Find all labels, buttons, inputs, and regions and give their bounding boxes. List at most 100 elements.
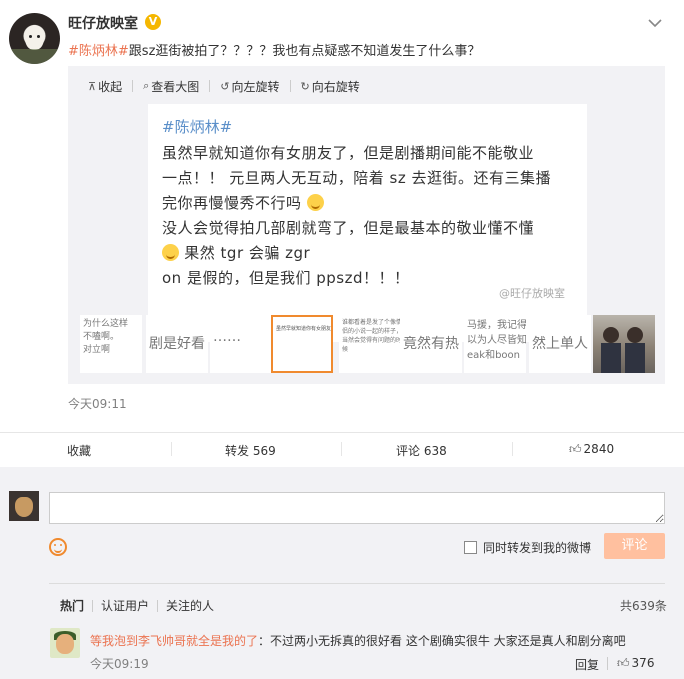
- avatar-eye-right: [37, 35, 40, 38]
- thumbnail-photo[interactable]: [593, 315, 655, 373]
- collapse-label: 收起: [98, 79, 123, 94]
- like-count: 2840: [583, 442, 615, 456]
- comment-timestamp: 今天09:19: [90, 657, 149, 671]
- tab-hot[interactable]: 热门: [60, 597, 84, 614]
- rotate-right-icon: ↻: [300, 79, 310, 93]
- comment-text: ：不过两小无拆真的很好看 这个剧确实很牛 大家还是真人和剧分离吧: [258, 634, 626, 648]
- author-name[interactable]: 旺仔放映室: [68, 13, 138, 33]
- photo-person-body: [601, 343, 621, 373]
- rotate-left-label: 向左旋转: [231, 79, 280, 94]
- repost-checkbox-label[interactable]: 同时转发到我的微博: [483, 539, 591, 556]
- action-bar: 收藏 转发 569 评论 638 👍︎ 2840: [0, 433, 684, 466]
- thumbnail[interactable]: 马援，我记得 以为人尽皆知 eak和boon: [464, 315, 526, 373]
- divider: [49, 583, 665, 584]
- thumbnail[interactable]: 然上单人: [529, 315, 591, 373]
- toolbar-divider: [289, 80, 291, 92]
- comment-filter-tabs: 热门 认证用户 关注的人: [60, 597, 222, 614]
- commenter-avatar[interactable]: [50, 628, 80, 658]
- thumbnail[interactable]: 竟然有热: [400, 315, 462, 373]
- smile-emoji-icon: [162, 244, 179, 261]
- image-text: 果然 tgr 会骗 zgr: [184, 244, 311, 262]
- image-text-line: 一点！！ 元旦两人无互动，陪着 sz 去逛街。还有三集播: [162, 169, 551, 187]
- rotate-right-button[interactable]: ↻ 向右旋转: [300, 79, 360, 94]
- comment-like-count: 376: [631, 656, 655, 670]
- thumbnail-text: 为什么这样 不嗑啊。 对立啊: [83, 319, 129, 355]
- chevron-down-icon[interactable]: [646, 14, 664, 32]
- thumbnail[interactable]: 谁都看着是发了个像情侣的小说一起的样子，当然会觉得有问题的时候: [339, 315, 401, 373]
- view-large-label: 查看大图: [151, 79, 200, 94]
- submit-comment-button[interactable]: 评论: [604, 533, 665, 559]
- post-timestamp[interactable]: 今天09:11: [68, 395, 127, 412]
- action-divider: [512, 442, 513, 456]
- sweat-smile-emoji-icon: [306, 194, 324, 211]
- thumbnail-text: 竟然有热: [403, 336, 459, 352]
- rotate-right-label: 向右旋转: [311, 79, 360, 94]
- thumbnail[interactable]: 为什么这样 不嗑啊。 对立啊: [80, 315, 142, 373]
- thumbnail-text: 剧是好看: [149, 336, 205, 352]
- repost-button[interactable]: 转发 569: [225, 442, 276, 459]
- comment-action-divider: [607, 657, 608, 670]
- tab-following[interactable]: 关注的人: [166, 597, 214, 614]
- image-watermark: @旺仔放映室: [499, 287, 565, 300]
- comment-input[interactable]: [49, 492, 665, 524]
- thumbs-up-icon: 👍︎: [569, 442, 582, 456]
- rotate-left-icon: ↺: [220, 79, 230, 93]
- current-user-avatar[interactable]: [9, 491, 39, 521]
- image-text-line: on 是假的，但是我们 ppszd！！！: [162, 269, 410, 287]
- image-topic-tag: #陈炳林#: [162, 118, 233, 136]
- image-text: 完你再慢慢秀不行吗: [162, 194, 302, 212]
- post-body: 跟sz逛街被拍了？？？？我也有点疑惑不知道发生了什么事？: [128, 44, 481, 59]
- image-text-line: 果然 tgr 会骗 zgr: [162, 242, 310, 263]
- comment-button[interactable]: 评论 638: [396, 442, 447, 459]
- photo-person: [627, 327, 643, 343]
- avatar-dog: [15, 497, 33, 517]
- thumbnail[interactable]: 剧是好看: [146, 315, 208, 373]
- reply-button[interactable]: 回复: [575, 656, 599, 673]
- collapse-button[interactable]: ⊼ 收起: [88, 79, 123, 94]
- toolbar-divider: [132, 80, 134, 92]
- image-text-line: 完你再慢慢秀不行吗: [162, 192, 324, 213]
- thumbnail-strip: 为什么这样 不嗑啊。 对立啊 剧是好看 …… 虽然早就知道你有女朋友了，但是剧播…: [80, 315, 665, 375]
- thumbnail-selected[interactable]: 虽然早就知道你有女朋友了，但是剧播期间能不能敬业一点！！元旦两人无互动，陪着sz…: [271, 315, 333, 373]
- favorite-button[interactable]: 收藏: [67, 442, 91, 459]
- media-viewer: ⊼ 收起 ⌕ 查看大图 ↺ 向左旋转 ↻ 向右旋转 #陈炳林# 虽然早就知道你有…: [68, 66, 665, 384]
- media-toolbar: ⊼ 收起 ⌕ 查看大图 ↺ 向左旋转 ↻ 向右旋转: [88, 79, 374, 94]
- thumbnail[interactable]: ……: [210, 315, 272, 373]
- comment-item: 等我泡到李飞帅哥就全是我的了：不过两小无拆真的很好看 这个剧确实很牛 大家还是真…: [90, 632, 626, 649]
- rotate-left-button[interactable]: ↺ 向左旋转: [220, 79, 280, 94]
- photo-person: [603, 327, 619, 343]
- thumbnail-text: ……: [213, 329, 241, 345]
- post-text: #陈炳林#跟sz逛街被拍了？？？？我也有点疑惑不知道发生了什么事？: [68, 40, 480, 59]
- like-button[interactable]: 👍︎ 2840: [569, 442, 614, 457]
- author-avatar[interactable]: [9, 13, 60, 64]
- repost-checkbox[interactable]: [464, 541, 477, 554]
- avatar-face: [25, 25, 44, 50]
- collapse-icon: ⊼: [88, 79, 97, 93]
- avatar-background: [9, 49, 60, 64]
- thumbs-up-icon: 👍︎: [617, 656, 630, 670]
- large-image[interactable]: #陈炳林# 虽然早就知道你有女朋友了，但是剧播期间能不能敬业 一点！！ 元旦两人…: [148, 104, 587, 342]
- action-divider: [171, 442, 172, 456]
- image-text-line: 没人会觉得拍几部剧就弯了，但是最基本的敬业懂不懂: [162, 219, 535, 237]
- toolbar-divider: [209, 80, 211, 92]
- view-large-button[interactable]: ⌕ 查看大图: [143, 79, 200, 94]
- action-divider: [341, 442, 342, 456]
- thumbnail-text: 虽然早就知道你有女朋友了，但是剧播期间能不能敬业一点！！元旦两人无互动，陪着sz…: [276, 326, 332, 332]
- weibo-post-card: 旺仔放映室 V #陈炳林#跟sz逛街被拍了？？？？我也有点疑惑不知道发生了什么事…: [0, 0, 684, 679]
- avatar-eye-left: [29, 35, 32, 38]
- photo-person-body: [625, 343, 645, 373]
- tab-verified-users[interactable]: 认证用户: [101, 597, 149, 614]
- comment-total: 共639条: [620, 599, 667, 613]
- comment-like-button[interactable]: 👍︎ 376: [617, 656, 654, 671]
- magnifier-icon: ⌕: [143, 79, 150, 92]
- commenter-name[interactable]: 等我泡到李飞帅哥就全是我的了: [90, 634, 258, 648]
- topic-tag-link[interactable]: #陈炳林#: [68, 44, 129, 59]
- comment-section: 同时转发到我的微博 评论 热门 认证用户 关注的人 共639条 等我泡到李飞帅哥…: [0, 467, 684, 679]
- verified-badge-icon: V: [145, 14, 161, 30]
- thumbnail-text: 谁都看着是发了个像情侣的小说一起的样子，当然会觉得有问题的时候: [342, 319, 401, 353]
- tab-divider: [92, 599, 94, 612]
- thumbnail-text: 然上单人: [532, 336, 588, 352]
- emoji-picker-icon[interactable]: [49, 538, 67, 556]
- avatar-face: [56, 634, 74, 654]
- image-text-line: 虽然早就知道你有女朋友了，但是剧播期间能不能敬业: [162, 144, 535, 162]
